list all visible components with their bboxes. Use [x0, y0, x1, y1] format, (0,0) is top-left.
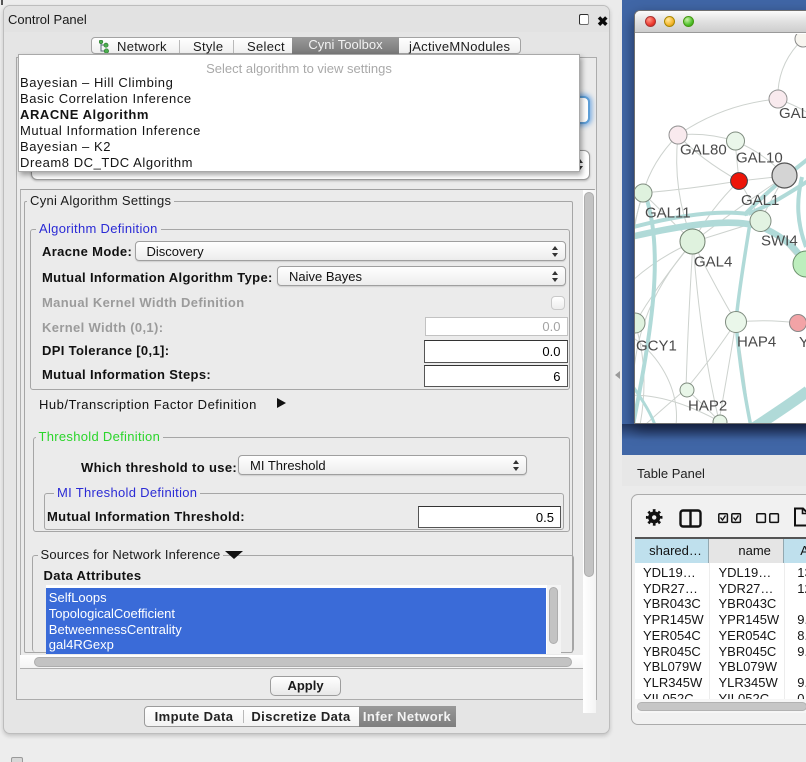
svg-text:GCY1: GCY1 [636, 338, 677, 355]
svg-text:GAL1: GAL1 [741, 192, 779, 209]
svg-text:GAL10: GAL10 [736, 150, 783, 167]
svg-text:GAL4: GAL4 [694, 254, 732, 271]
svg-text:HAP2: HAP2 [688, 398, 727, 415]
svg-text:SWI4: SWI4 [761, 233, 798, 250]
svg-text:GAL2: GAL2 [779, 105, 806, 122]
svg-text:GAL11: GAL11 [645, 205, 691, 222]
svg-text:YD: YD [799, 334, 806, 351]
svg-text:GAL80: GAL80 [680, 142, 727, 159]
svg-text:HAP4: HAP4 [737, 334, 776, 351]
